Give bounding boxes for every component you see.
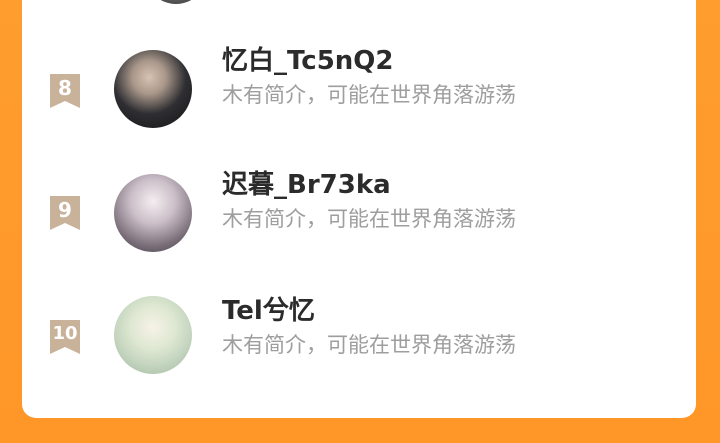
ranking-page: 8 忆白_Tc5nQ2 木有简介，可能在世界角落游荡 9 迟暮_Br73ka 木…: [0, 0, 720, 443]
user-bio: 木有简介，可能在世界角落游荡: [222, 333, 516, 357]
rank-number: 9: [58, 198, 72, 222]
avatar[interactable]: [114, 174, 192, 252]
rank-badge: 8: [48, 74, 82, 108]
user-bio: 木有简介，可能在世界角落游荡: [222, 207, 516, 231]
user-bio: 木有简介，可能在世界角落游荡: [222, 83, 516, 107]
list-item[interactable]: 8 忆白_Tc5nQ2 木有简介，可能在世界角落游荡: [22, 36, 696, 128]
user-name[interactable]: 忆白_Tc5nQ2: [222, 46, 394, 76]
avatar[interactable]: [114, 50, 192, 128]
list-item[interactable]: 10 Tel兮忆 木有简介，可能在世界角落游荡: [22, 286, 696, 376]
user-name[interactable]: 迟暮_Br73ka: [222, 170, 391, 200]
list-item[interactable]: 9 迟暮_Br73ka 木有简介，可能在世界角落游荡: [22, 160, 696, 252]
rank-badge: 10: [48, 320, 82, 354]
user-name[interactable]: Tel兮忆: [222, 296, 315, 326]
rank-number: 8: [58, 76, 72, 100]
rank-number: 10: [52, 323, 78, 344]
avatar[interactable]: [114, 296, 192, 374]
rank-badge: 9: [48, 196, 82, 230]
